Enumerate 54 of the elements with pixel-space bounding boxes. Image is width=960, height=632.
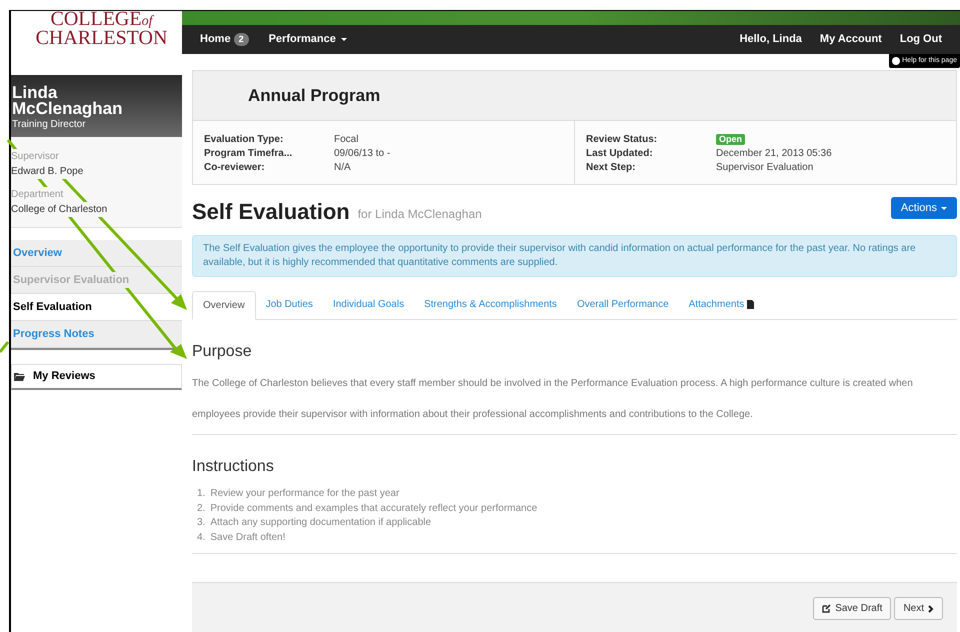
save-draft-button[interactable]: Save Draft <box>813 597 892 620</box>
list-number: 1. <box>197 487 206 501</box>
status-badge: Open <box>716 134 746 144</box>
info-value: December 21, 2013 05:36 <box>716 146 832 160</box>
my-reviews-item[interactable]: My Reviews <box>11 364 182 390</box>
profile-name: Linda McClenaghan <box>12 85 124 117</box>
instruction-item: Attach any supporting documentation if applicable <box>210 516 432 530</box>
nav-link[interactable]: My Account <box>820 31 882 48</box>
page-title: Self Evaluation <box>192 199 350 225</box>
info-label: Co-reviewer: <box>204 160 266 174</box>
page-subtitle: for Linda McClenaghan <box>358 206 482 223</box>
info-label: Review Status: <box>586 132 658 146</box>
nav-link[interactable]: Log Out <box>900 31 942 48</box>
program-title: Annual Program <box>248 84 380 107</box>
nav-link[interactable]: Performance <box>268 31 347 48</box>
nav-link[interactable]: Home 2 <box>200 31 249 48</box>
folder-icon <box>14 372 25 381</box>
tab[interactable]: Overview <box>192 291 256 320</box>
logo: COLLEGEof CHARLESTON <box>34 11 168 51</box>
tab[interactable]: Strengths & Accomplishments <box>414 290 567 319</box>
info-label: Program Timefra... <box>204 146 294 160</box>
instruction-item: Review your performance for the past year <box>210 487 400 501</box>
instruction-item: Save Draft often! <box>210 530 286 544</box>
profile-title: Training Director <box>12 118 87 132</box>
field-value: College of Charleston <box>11 202 108 217</box>
info-value: Supervisor Evaluation <box>716 160 814 174</box>
chevron-right-icon <box>928 604 934 612</box>
field-label: Department <box>11 187 64 202</box>
info-label: Evaluation Type: <box>204 132 284 146</box>
info-label: Next Step: <box>586 160 636 174</box>
list-number: 2. <box>197 502 206 516</box>
next-button[interactable]: Next <box>894 597 943 620</box>
purpose-paragraph: The College of Charleston believes that every staff member should be involved in the Performance Evaluation process. A high performance culture is created when employees provide their supervisor with information about their professional accomplishments and contributions to the College. <box>192 368 957 435</box>
section-heading: Purpose <box>192 342 253 362</box>
tab[interactable]: Overall Performance <box>566 290 679 319</box>
info-label: Last Updated: <box>586 146 654 160</box>
info-value: N/A <box>334 160 351 174</box>
info-value: 09/06/13 to - <box>334 146 390 160</box>
field-value: Edward B. Pope <box>11 164 84 179</box>
tab[interactable]: Individual Goals <box>322 290 414 319</box>
edit-icon <box>822 604 832 613</box>
field-label: Supervisor <box>11 149 59 164</box>
caret-icon <box>941 206 947 210</box>
list-number: 3. <box>197 516 206 530</box>
section-heading: Instructions <box>192 457 275 477</box>
count-badge: 2 <box>234 33 249 46</box>
actions-button[interactable]: Actions <box>890 197 957 219</box>
tab[interactable]: Job Duties <box>256 290 323 319</box>
tab[interactable]: Attachments <box>678 290 764 319</box>
nav-link[interactable]: Hello, Linda <box>740 31 802 48</box>
info-alert: The Self Evaluation gives the employee the opportunity to provide their supervisor with candid information on actual performance for the past year. No ratings are available, but it is highly recommended that quantitative comments are supplied. <box>192 235 957 277</box>
list-number: 4. <box>197 530 206 544</box>
instruction-item: Provide comments and examples that accurately reflect your performance <box>210 502 538 516</box>
info-value: Focal <box>334 132 358 146</box>
